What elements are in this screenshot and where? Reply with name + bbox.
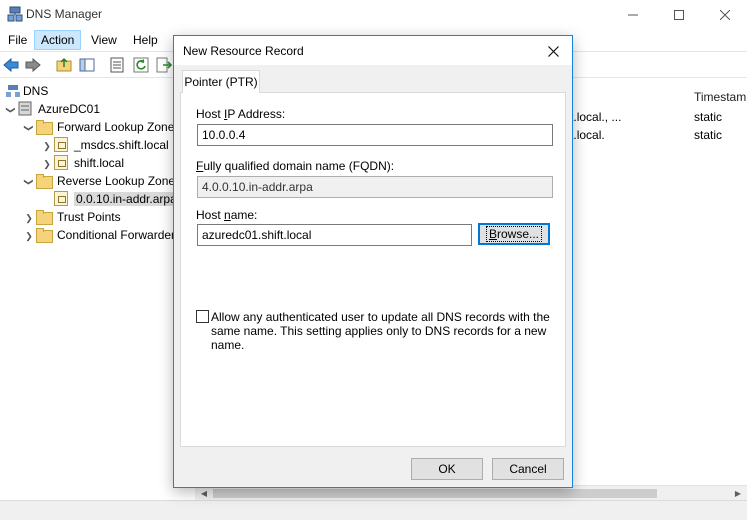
dialog-title-bar: New Resource Record bbox=[174, 36, 572, 65]
menu-help[interactable]: Help bbox=[127, 30, 164, 50]
tree-item-shift-local[interactable]: ❯ shift.local bbox=[40, 154, 124, 172]
tree-item-label: _msdcs.shift.local bbox=[74, 138, 169, 152]
label-accelerator: B bbox=[488, 227, 497, 241]
tree-item-msdcs[interactable]: ❯ _msdcs.shift.local bbox=[40, 136, 169, 154]
dialog-close-button[interactable] bbox=[539, 40, 567, 62]
close-icon bbox=[720, 9, 730, 20]
title-bar: DNS Manager bbox=[0, 0, 747, 29]
zone-icon bbox=[54, 137, 68, 152]
chevron-right-icon[interactable]: ❯ bbox=[40, 137, 54, 155]
chevron-right-icon[interactable]: ❯ bbox=[40, 155, 54, 173]
browse-button-label: Browse... bbox=[485, 226, 543, 242]
tree-item-label: AzureDC01 bbox=[38, 102, 101, 116]
tree-item-label: 0.0.10.in-addr.arpa bbox=[74, 192, 179, 206]
ok-button[interactable]: OK bbox=[411, 458, 483, 480]
host-ip-input[interactable] bbox=[197, 124, 553, 146]
chevron-right-icon[interactable]: ❯ bbox=[22, 227, 36, 245]
maximize-icon bbox=[674, 9, 684, 20]
chevron-down-icon[interactable]: ❯ bbox=[2, 103, 20, 117]
zone-icon bbox=[54, 155, 68, 170]
export-list-icon[interactable] bbox=[155, 56, 173, 74]
tree-item-conditional-forwarders[interactable]: ❯ Conditional Forwarders bbox=[22, 226, 181, 244]
host-name-input[interactable] bbox=[197, 224, 472, 246]
new-resource-record-dialog: New Resource Record Pointer (PTR) Host I… bbox=[173, 35, 573, 488]
tree-item-label: Forward Lookup Zones bbox=[57, 120, 181, 134]
back-arrow-icon[interactable] bbox=[2, 56, 20, 74]
status-bar bbox=[0, 500, 747, 520]
maximize-button[interactable] bbox=[656, 0, 702, 29]
scroll-right-icon[interactable]: ▶ bbox=[731, 487, 745, 500]
scroll-left-icon[interactable]: ◀ bbox=[197, 487, 211, 500]
folder-icon bbox=[36, 228, 53, 243]
ptr-tab-panel: Host IP Address: Fully qualified domain … bbox=[180, 92, 566, 447]
label-part: rowse... bbox=[497, 227, 540, 241]
record-timestamp-cell[interactable]: static bbox=[694, 108, 722, 126]
tree-item-azuredc01[interactable]: ❯ AzureDC01 bbox=[4, 100, 100, 118]
dns-icon bbox=[6, 85, 20, 97]
dialog-title: New Resource Record bbox=[183, 44, 304, 58]
server-icon bbox=[18, 101, 32, 116]
chevron-right-icon[interactable]: ❯ bbox=[22, 209, 36, 227]
folder-icon bbox=[36, 210, 53, 225]
tree-item-label: Reverse Lookup Zones bbox=[57, 174, 182, 188]
tree-item-trust-points[interactable]: ❯ Trust Points bbox=[22, 208, 121, 226]
minimize-icon bbox=[628, 14, 638, 15]
tree-item-reverse-zone[interactable]: 0.0.10.in-addr.arpa bbox=[54, 190, 179, 208]
label-part: ame: bbox=[230, 208, 258, 222]
console-tree: DNS ❯ AzureDC01 ❯ Forward Lookup Zones ❯ _m… bbox=[0, 80, 200, 500]
refresh-icon[interactable] bbox=[132, 56, 150, 74]
tree-item-forward-lookup-zones[interactable]: ❯ Forward Lookup Zones bbox=[22, 118, 180, 136]
tree-item-reverse-lookup-zones[interactable]: ❯ Reverse Lookup Zones bbox=[22, 172, 181, 190]
label-accelerator: n bbox=[224, 208, 231, 222]
close-icon bbox=[547, 45, 559, 57]
close-window-button[interactable] bbox=[702, 0, 747, 29]
show-hide-console-tree-icon[interactable] bbox=[78, 56, 96, 74]
menu-file[interactable]: File bbox=[2, 30, 33, 50]
window-title: DNS Manager bbox=[26, 7, 103, 21]
label-part: Host bbox=[196, 107, 225, 121]
host-name-label: Host name: bbox=[196, 208, 257, 222]
zone-icon bbox=[54, 191, 68, 206]
tree-item-label: Conditional Forwarders bbox=[57, 228, 182, 242]
fqdn-label: Fully qualified domain name (FQDN): bbox=[196, 159, 394, 173]
dns-manager-icon bbox=[7, 6, 23, 22]
tab-pointer-ptr[interactable]: Pointer (PTR) bbox=[182, 70, 260, 93]
column-header-timestamp[interactable]: Timestamp bbox=[694, 87, 747, 107]
label-part: ully qualified domain name (FQDN): bbox=[203, 159, 395, 173]
tree-item-label: shift.local bbox=[74, 156, 125, 170]
menu-view[interactable]: View bbox=[85, 30, 123, 50]
properties-icon[interactable] bbox=[108, 56, 126, 74]
scrollbar-thumb[interactable] bbox=[213, 489, 657, 498]
tree-item-label: DNS bbox=[23, 84, 49, 98]
cancel-button[interactable]: Cancel bbox=[492, 458, 564, 480]
folder-icon bbox=[36, 120, 53, 135]
allow-update-checkbox[interactable] bbox=[196, 310, 209, 323]
allow-update-label[interactable]: Allow any authenticated user to update a… bbox=[211, 310, 551, 352]
record-timestamp-cell[interactable]: static bbox=[694, 126, 722, 144]
tree-item-dns[interactable]: DNS bbox=[6, 82, 48, 100]
fqdn-field bbox=[197, 176, 553, 198]
browse-button[interactable]: Browse... bbox=[478, 223, 550, 245]
menu-action[interactable]: Action bbox=[34, 30, 82, 50]
forward-arrow-icon[interactable] bbox=[24, 56, 42, 74]
up-folder-icon[interactable] bbox=[55, 56, 73, 74]
label-part: Host bbox=[196, 208, 225, 222]
minimize-button[interactable] bbox=[610, 0, 656, 29]
folder-icon bbox=[36, 174, 53, 189]
host-ip-label: Host IP Address: bbox=[196, 107, 285, 121]
tree-item-label: Trust Points bbox=[57, 210, 121, 224]
label-part: P Address: bbox=[227, 107, 286, 121]
